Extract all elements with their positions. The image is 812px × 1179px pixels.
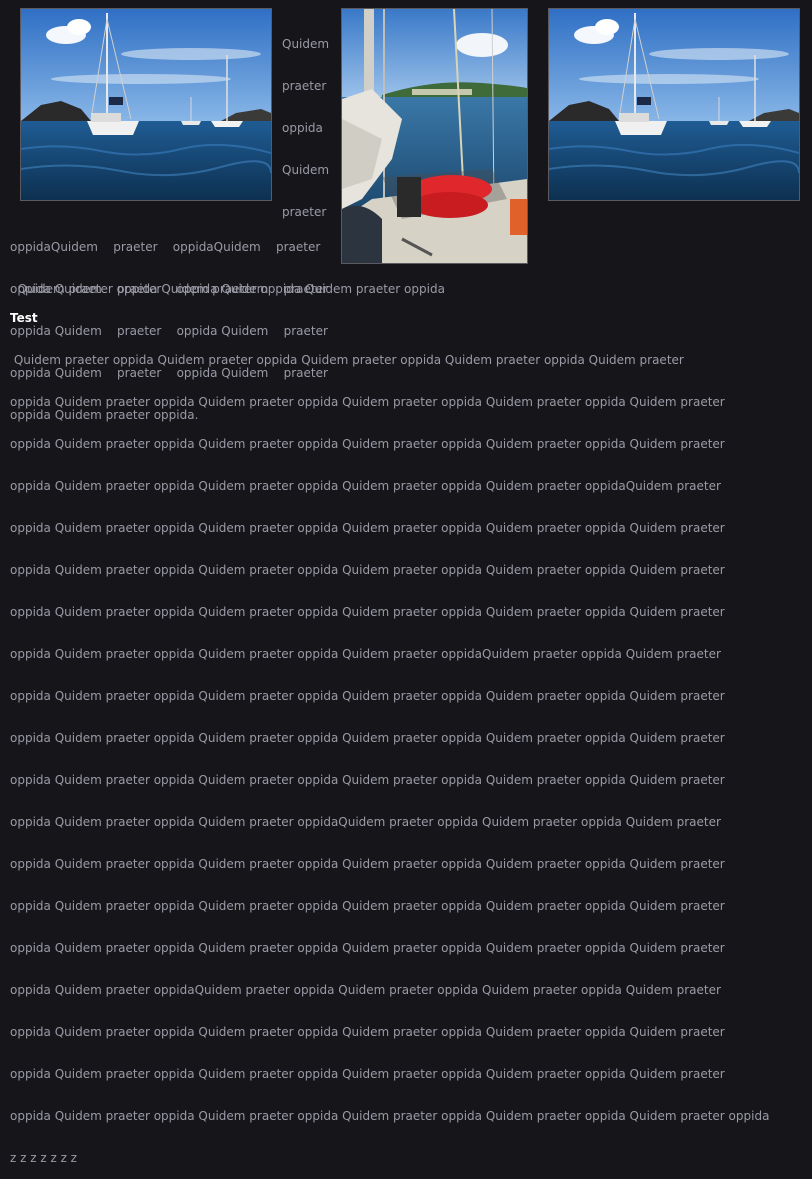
paragraph-line: oppidaQuidem praeter oppidaQuidem praete… (10, 240, 321, 254)
sailboat-photo-right (548, 8, 800, 201)
body-line: oppida Quidem praeter oppidaQuidem praet… (10, 983, 721, 997)
sailboat-image (549, 9, 799, 200)
body-line: oppida Quidem praeter oppida Quidem prae… (10, 1025, 725, 1039)
caption-line: Quidem (282, 37, 330, 51)
sailboat-deck-photo (341, 8, 528, 264)
body-line: oppida Quidem praeter oppida Quidem prae… (10, 1067, 725, 1081)
caption-line: Quidem (282, 163, 330, 177)
caption-column: Quidem praeter oppida Quidem praeter (282, 9, 329, 233)
section-heading: Test (10, 311, 38, 325)
body-line: oppida Quidem praeter oppida Quidem prae… (10, 479, 721, 493)
body-line: oppida Quidem praeter oppida Quidem prae… (10, 437, 725, 451)
body-line: oppida Quidem praeter oppida Quidem prae… (10, 647, 721, 661)
sailboat-photo-left (20, 8, 272, 201)
body-line: oppida Quidem praeter oppida Quidem prae… (10, 857, 725, 871)
body-line: oppida Quidem praeter oppida Quidem prae… (10, 689, 725, 703)
body-line: oppida Quidem praeter oppida Quidem prae… (10, 899, 725, 913)
body-paragraph: Quidem praeter oppida Quidem praeter opp… (10, 325, 769, 1179)
body-line: oppida Quidem praeter oppida Quidem prae… (10, 941, 725, 955)
sailboat-image (21, 9, 271, 200)
body-line: oppida Quidem praeter oppida Quidem prae… (10, 815, 721, 829)
caption-line: oppida (282, 121, 323, 135)
body-line: oppida Quidem praeter oppida Quidem prae… (10, 395, 725, 409)
paragraph-line: Quidem praeter oppida Quidem praeter opp… (10, 282, 445, 296)
body-line: oppida Quidem praeter oppida Quidem prae… (10, 605, 725, 619)
caption-line: praeter (282, 79, 327, 93)
sailboat-deck-image (342, 9, 527, 263)
body-line: oppida Quidem praeter oppida Quidem prae… (10, 773, 725, 787)
body-line: z z z z z z z (10, 1151, 77, 1165)
body-line: oppida Quidem praeter oppida Quidem prae… (10, 563, 725, 577)
body-line: oppida Quidem praeter oppida Quidem prae… (10, 521, 725, 535)
body-line: oppida Quidem praeter oppida Quidem prae… (10, 731, 725, 745)
body-line: oppida Quidem praeter oppida Quidem prae… (10, 1109, 770, 1123)
body-line: Quidem praeter oppida Quidem praeter opp… (10, 353, 684, 367)
